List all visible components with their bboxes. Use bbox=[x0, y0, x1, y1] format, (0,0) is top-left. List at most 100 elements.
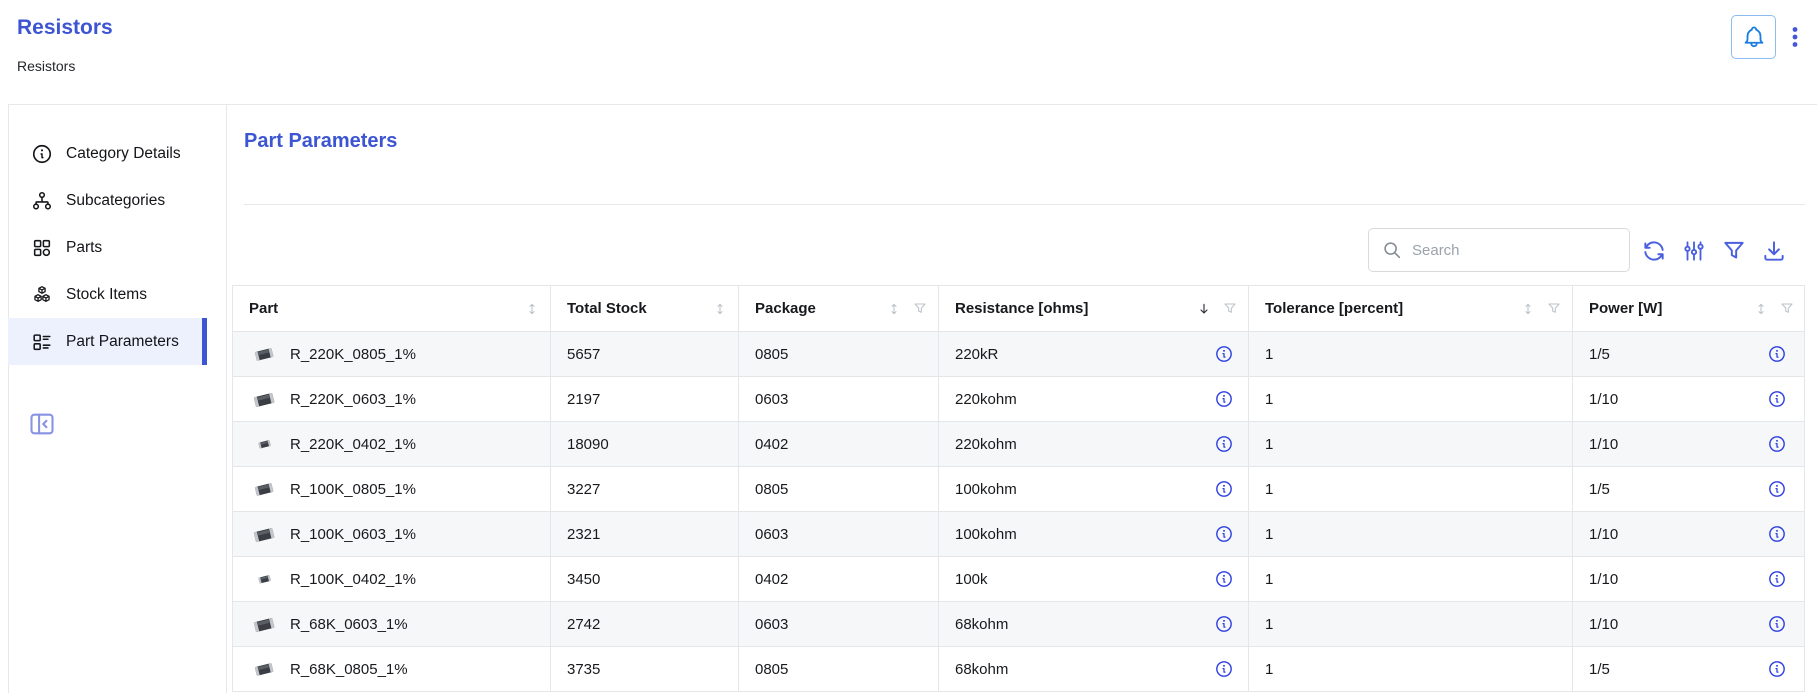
column-header-icons bbox=[524, 301, 540, 317]
adjustments-button[interactable] bbox=[1681, 238, 1707, 264]
cell-total-stock: 3735 bbox=[551, 647, 739, 692]
info-badge-icon[interactable] bbox=[1214, 479, 1234, 499]
column-header-resistance-ohms-[interactable]: Resistance [ohms] bbox=[939, 286, 1249, 332]
info-badge-icon[interactable] bbox=[1214, 344, 1234, 364]
column-header-package[interactable]: Package bbox=[739, 286, 939, 332]
info-badge-icon[interactable] bbox=[1214, 569, 1234, 589]
info-badge-icon[interactable] bbox=[1214, 659, 1234, 679]
power-value: 1/10 bbox=[1589, 436, 1618, 453]
cell-tolerance: 1 bbox=[1249, 422, 1573, 467]
info-badge-icon[interactable] bbox=[1767, 389, 1787, 409]
package-value: 0805 bbox=[755, 661, 788, 678]
resistance-value: 100kohm bbox=[955, 526, 1017, 543]
column-header-icons bbox=[712, 301, 728, 317]
column-header-part[interactable]: Part bbox=[233, 286, 551, 332]
total-stock-value: 3735 bbox=[567, 661, 600, 678]
sidebar-item-subcategories[interactable]: Subcategories bbox=[8, 177, 207, 224]
sidebar-item-stock-items[interactable]: Stock Items bbox=[8, 271, 207, 318]
cell-power: 1/10 bbox=[1573, 602, 1805, 647]
sidebar-item-label: Parts bbox=[66, 239, 102, 257]
refresh-button[interactable] bbox=[1641, 238, 1667, 264]
info-badge-icon[interactable] bbox=[1214, 389, 1234, 409]
info-badge-icon[interactable] bbox=[1767, 479, 1787, 499]
cell-total-stock: 3227 bbox=[551, 467, 739, 512]
overflow-menu-button[interactable] bbox=[1781, 17, 1809, 57]
filter-button[interactable] bbox=[1721, 238, 1747, 264]
info-badge-icon[interactable] bbox=[1767, 569, 1787, 589]
sidebar-item-category-details[interactable]: Category Details bbox=[8, 130, 207, 177]
table-row[interactable]: R_220K_0805_1%56570805220kR11/5 bbox=[233, 332, 1804, 377]
cell-power: 1/5 bbox=[1573, 647, 1805, 692]
part-thumbnail bbox=[249, 387, 279, 411]
info-badge-icon[interactable] bbox=[1214, 524, 1234, 544]
info-badge-icon[interactable] bbox=[1767, 434, 1787, 454]
part-thumbnail bbox=[249, 657, 279, 681]
info-badge-icon[interactable] bbox=[1767, 524, 1787, 544]
breadcrumb[interactable]: Resistors bbox=[17, 58, 75, 74]
column-label: Part bbox=[249, 300, 278, 317]
part-name: R_68K_0603_1% bbox=[290, 616, 408, 633]
power-value: 1/10 bbox=[1589, 616, 1618, 633]
column-label: Total Stock bbox=[567, 300, 647, 317]
sidebar-collapse-button[interactable] bbox=[28, 410, 56, 438]
filter-small-icon[interactable] bbox=[1779, 301, 1795, 317]
total-stock-value: 3227 bbox=[567, 481, 600, 498]
part-thumbnail bbox=[249, 567, 279, 591]
table-row[interactable]: R_68K_0805_1%3735080568kohm11/5 bbox=[233, 647, 1804, 692]
column-label: Power [W] bbox=[1589, 300, 1662, 317]
info-badge-icon[interactable] bbox=[1214, 614, 1234, 634]
table-row[interactable]: R_220K_0603_1%21970603220kohm11/10 bbox=[233, 377, 1804, 422]
column-header-power-w-[interactable]: Power [W] bbox=[1573, 286, 1805, 332]
sidebar-divider bbox=[226, 104, 227, 693]
column-label: Tolerance [percent] bbox=[1265, 300, 1403, 317]
table-row[interactable]: R_100K_0603_1%23210603100kohm11/10 bbox=[233, 512, 1804, 557]
info-badge-icon[interactable] bbox=[1767, 659, 1787, 679]
download-button[interactable] bbox=[1761, 238, 1787, 264]
package-value: 0402 bbox=[755, 571, 788, 588]
info-badge-icon[interactable] bbox=[1214, 434, 1234, 454]
cell-resistance: 100kohm bbox=[939, 467, 1249, 512]
cell-resistance: 68kohm bbox=[939, 647, 1249, 692]
cell-total-stock: 2321 bbox=[551, 512, 739, 557]
sort-icon bbox=[1753, 301, 1769, 317]
cell-tolerance: 1 bbox=[1249, 602, 1573, 647]
part-name: R_220K_0402_1% bbox=[290, 436, 416, 453]
part-thumbnail bbox=[249, 612, 279, 636]
info-badge-icon[interactable] bbox=[1767, 614, 1787, 634]
search-input[interactable] bbox=[1412, 242, 1617, 259]
package-value: 0603 bbox=[755, 526, 788, 543]
info-badge-icon[interactable] bbox=[1767, 344, 1787, 364]
table-row[interactable]: R_68K_0603_1%2742060368kohm11/10 bbox=[233, 602, 1804, 647]
cell-total-stock: 2197 bbox=[551, 377, 739, 422]
tolerance-value: 1 bbox=[1265, 661, 1273, 678]
table-row[interactable]: R_220K_0402_1%180900402220kohm11/10 bbox=[233, 422, 1804, 467]
table-row[interactable]: R_100K_0402_1%34500402100k11/10 bbox=[233, 557, 1804, 602]
sort-desc-icon bbox=[1196, 301, 1212, 317]
cell-power: 1/5 bbox=[1573, 332, 1805, 377]
total-stock-value: 3450 bbox=[567, 571, 600, 588]
cell-power: 1/10 bbox=[1573, 377, 1805, 422]
sidebar-item-part-parameters[interactable]: Part Parameters bbox=[8, 318, 207, 365]
info-circle-icon bbox=[31, 143, 53, 165]
sidebar-item-parts[interactable]: Parts bbox=[8, 224, 207, 271]
column-header-tolerance-percent-[interactable]: Tolerance [percent] bbox=[1249, 286, 1573, 332]
sidebar-item-label: Subcategories bbox=[66, 192, 165, 210]
package-value: 0603 bbox=[755, 391, 788, 408]
resistance-value: 68kohm bbox=[955, 661, 1008, 678]
sort-icon bbox=[712, 301, 728, 317]
total-stock-value: 2197 bbox=[567, 391, 600, 408]
column-header-total-stock[interactable]: Total Stock bbox=[551, 286, 739, 332]
column-label: Resistance [ohms] bbox=[955, 300, 1088, 317]
notifications-button[interactable] bbox=[1731, 15, 1776, 59]
filter-small-icon[interactable] bbox=[1222, 301, 1238, 317]
cell-part: R_100K_0603_1% bbox=[233, 512, 551, 557]
bell-icon bbox=[1741, 24, 1767, 50]
filter-small-icon[interactable] bbox=[912, 301, 928, 317]
page-title: Resistors bbox=[17, 16, 113, 40]
sitemap-icon bbox=[31, 190, 53, 212]
cell-total-stock: 3450 bbox=[551, 557, 739, 602]
cell-tolerance: 1 bbox=[1249, 647, 1573, 692]
table-row[interactable]: R_100K_0805_1%32270805100kohm11/5 bbox=[233, 467, 1804, 512]
resistance-value: 68kohm bbox=[955, 616, 1008, 633]
filter-small-icon[interactable] bbox=[1546, 301, 1562, 317]
